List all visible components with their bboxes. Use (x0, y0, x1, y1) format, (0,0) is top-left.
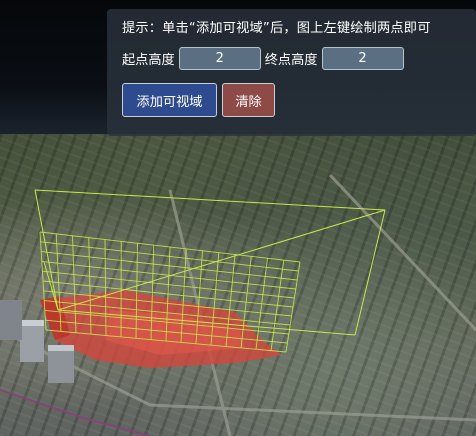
frustum-edge (34, 189, 386, 211)
height-row: 起点高度 终点高度 (122, 46, 476, 70)
railway (0, 389, 151, 436)
button-row: 添加可视域 清除 (122, 83, 476, 117)
viewshed-control-panel: 提示：单击“添加可视域”后，图上左键绘制两点即可 起点高度 终点高度 添加可视域… (107, 9, 476, 136)
add-viewshed-button[interactable]: 添加可视域 (122, 83, 217, 117)
start-height-label: 起点高度 (122, 52, 175, 68)
start-height-input[interactable] (178, 46, 261, 70)
frustum-edge (57, 209, 386, 311)
hint-text: 提示：单击“添加可视域”后，图上左键绘制两点即可 (122, 21, 431, 36)
end-height-label: 终点高度 (264, 52, 318, 68)
clear-button[interactable]: 清除 (222, 83, 275, 117)
frustum-edge (354, 209, 386, 336)
end-height-input[interactable] (321, 46, 404, 70)
